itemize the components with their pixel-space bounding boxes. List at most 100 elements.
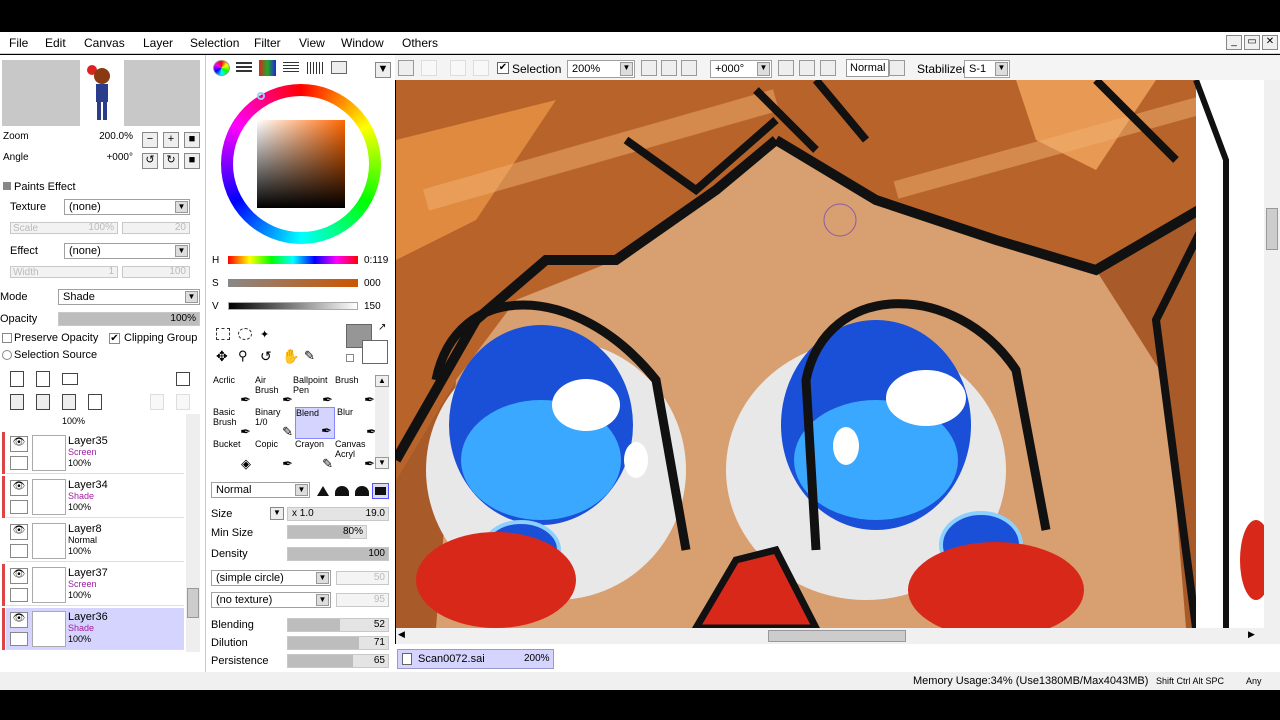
layer-row-selected[interactable]: 👁 Layer36 Shade 100% bbox=[2, 608, 184, 650]
flip-canvas-icon[interactable] bbox=[889, 60, 905, 76]
minimize-button[interactable]: _ bbox=[1226, 35, 1242, 50]
menu-selection[interactable]: Selection bbox=[190, 36, 239, 50]
layer-mode-select[interactable]: Shade ▼ bbox=[58, 289, 200, 305]
clipping-group-checkbox[interactable]: ✔ bbox=[109, 333, 120, 344]
scroll-thumb[interactable] bbox=[187, 588, 199, 618]
zoom-out-icon[interactable] bbox=[641, 60, 657, 76]
scroll-left-icon[interactable]: ◀ bbox=[398, 629, 405, 640]
brush-shape-select[interactable]: (simple circle) ▼ bbox=[211, 570, 331, 586]
panel-menu-button[interactable]: ▼ bbox=[375, 62, 391, 78]
soft-edge-icon[interactable] bbox=[355, 486, 369, 496]
layer-lock-checkbox[interactable] bbox=[10, 456, 28, 470]
merge-down-icon[interactable] bbox=[36, 394, 50, 410]
layers-scrollbar[interactable] bbox=[186, 414, 200, 652]
layer-opacity-slider[interactable]: 100% bbox=[58, 312, 200, 326]
effect-select[interactable]: (none) ▼ bbox=[64, 243, 190, 259]
tool-blur[interactable]: Blur ✒ bbox=[337, 407, 377, 439]
tool-binary[interactable]: Binary 1/0 ✎ bbox=[255, 407, 295, 439]
blending-slider[interactable]: 52 bbox=[287, 618, 389, 632]
size-slider[interactable]: x 1.0 19.0 bbox=[287, 507, 389, 521]
eye-icon[interactable]: 👁 bbox=[10, 524, 28, 540]
canvas-mode-select[interactable]: Normal bbox=[846, 59, 890, 77]
zoom-out-button[interactable]: − bbox=[142, 132, 158, 148]
rotate-reset-button[interactable]: ■ bbox=[184, 153, 200, 169]
canvas-horizontal-scrollbar[interactable]: ◀ ▶ bbox=[396, 628, 1280, 644]
eye-icon[interactable]: 👁 bbox=[10, 480, 28, 496]
navigator-preview[interactable] bbox=[2, 60, 200, 126]
tool-copic[interactable]: Copic ✒ bbox=[255, 439, 295, 471]
menu-layer[interactable]: Layer bbox=[143, 36, 173, 50]
canvas-angle-select[interactable]: +000° ▼ bbox=[710, 60, 772, 78]
rotate-reset-icon[interactable] bbox=[820, 60, 836, 76]
document-tab[interactable]: Scan0072.sai 200% bbox=[397, 649, 554, 669]
scratchpad-tab-icon[interactable] bbox=[307, 62, 323, 74]
size-range-dropdown[interactable]: ▼ bbox=[270, 507, 284, 520]
hue-marker[interactable] bbox=[257, 92, 265, 100]
min-size-slider[interactable]: 80% bbox=[287, 525, 367, 539]
redo-icon[interactable] bbox=[421, 60, 437, 76]
new-folder-icon[interactable] bbox=[62, 373, 78, 385]
zoom-icon[interactable]: ⚲ bbox=[238, 348, 248, 364]
persistence-slider[interactable]: 65 bbox=[287, 654, 389, 668]
scroll-down-icon[interactable]: ▼ bbox=[375, 457, 389, 469]
swap-colors-icon[interactable]: ↗ bbox=[378, 322, 386, 333]
zoom-reset-icon[interactable] bbox=[681, 60, 697, 76]
tool-bucket[interactable]: Bucket ◈ bbox=[213, 439, 253, 471]
zoom-in-button[interactable]: + bbox=[163, 132, 179, 148]
color-wheel-tab-icon[interactable] bbox=[213, 60, 230, 76]
layer-lock-checkbox[interactable] bbox=[10, 544, 28, 558]
selection-visible-checkbox[interactable]: ✔ bbox=[497, 62, 509, 74]
palette-tab-icon[interactable] bbox=[259, 60, 276, 76]
zoom-slider[interactable]: 200.0% bbox=[2, 130, 136, 144]
lasso-icon[interactable] bbox=[238, 328, 252, 340]
brush-edit-icon[interactable] bbox=[10, 632, 28, 646]
transfer-down-icon[interactable] bbox=[10, 394, 24, 410]
new-linework-layer-icon[interactable] bbox=[36, 371, 50, 387]
rgb-slider-tab-icon[interactable] bbox=[236, 62, 252, 74]
tool-brush[interactable]: Brush ✒ bbox=[335, 375, 375, 407]
secondary-color-swatch[interactable] bbox=[362, 340, 388, 364]
tool-ballpoint-pen[interactable]: Ballpoint Pen ✒ bbox=[293, 375, 333, 407]
saturation-value-square[interactable] bbox=[257, 120, 345, 208]
flat-edge-icon[interactable] bbox=[372, 483, 389, 499]
clear-layer-icon[interactable] bbox=[62, 394, 76, 410]
medium-edge-icon[interactable] bbox=[335, 486, 349, 496]
zoom-reset-button[interactable]: ■ bbox=[184, 132, 200, 148]
brush-shape-strength[interactable]: 50 bbox=[336, 571, 389, 585]
rectangle-select-icon[interactable] bbox=[216, 328, 230, 340]
menu-file[interactable]: File bbox=[9, 36, 28, 50]
tool-canvas-acryl[interactable]: Canvas Acryl ✒ bbox=[335, 439, 375, 471]
rotate-left-button[interactable]: ↺ bbox=[142, 153, 158, 169]
blend-mode-select[interactable]: Normal ▼ bbox=[211, 482, 310, 498]
brush-texture-strength[interactable]: 95 bbox=[336, 593, 389, 607]
menu-view[interactable]: View bbox=[299, 36, 325, 50]
saturation-slider[interactable] bbox=[228, 279, 358, 287]
new-layer-icon[interactable] bbox=[10, 371, 24, 387]
density-slider[interactable]: 100 bbox=[287, 547, 389, 561]
menu-others[interactable]: Others bbox=[402, 36, 438, 50]
dilution-slider[interactable]: 71 bbox=[287, 636, 389, 650]
rotate-icon[interactable]: ↺ bbox=[260, 348, 272, 365]
menu-filter[interactable]: Filter bbox=[254, 36, 281, 50]
color-wheel[interactable] bbox=[221, 84, 381, 244]
zoom-in-icon[interactable] bbox=[661, 60, 677, 76]
canvas-vertical-scrollbar[interactable] bbox=[1264, 80, 1280, 628]
rotate-right-icon[interactable] bbox=[799, 60, 815, 76]
vertical-scroll-thumb[interactable] bbox=[1266, 208, 1278, 250]
layer-row[interactable]: 👁 Layer37 Screen 100% bbox=[2, 564, 184, 606]
hue-slider[interactable] bbox=[228, 256, 358, 264]
preserve-opacity-checkbox[interactable] bbox=[2, 333, 12, 343]
rotate-left-icon[interactable] bbox=[778, 60, 794, 76]
effect-strength-input[interactable]: 100 bbox=[122, 266, 190, 278]
paints-effect-header[interactable]: Paints Effect bbox=[0, 180, 205, 196]
texture-select[interactable]: (none) ▼ bbox=[64, 199, 190, 215]
eye-icon[interactable]: 👁 bbox=[10, 568, 28, 584]
menu-window[interactable]: Window bbox=[341, 36, 384, 50]
scroll-up-icon[interactable]: ▲ bbox=[375, 375, 389, 387]
tool-air-brush[interactable]: Air Brush ✒ bbox=[255, 375, 295, 407]
tool-basic-brush[interactable]: Basic Brush ✒ bbox=[213, 407, 253, 439]
close-button[interactable]: ✕ bbox=[1262, 35, 1278, 50]
eye-icon[interactable]: 👁 bbox=[10, 612, 28, 628]
deselect-icon[interactable] bbox=[450, 60, 466, 76]
effect-width-slider[interactable]: Width 1 bbox=[10, 266, 118, 278]
